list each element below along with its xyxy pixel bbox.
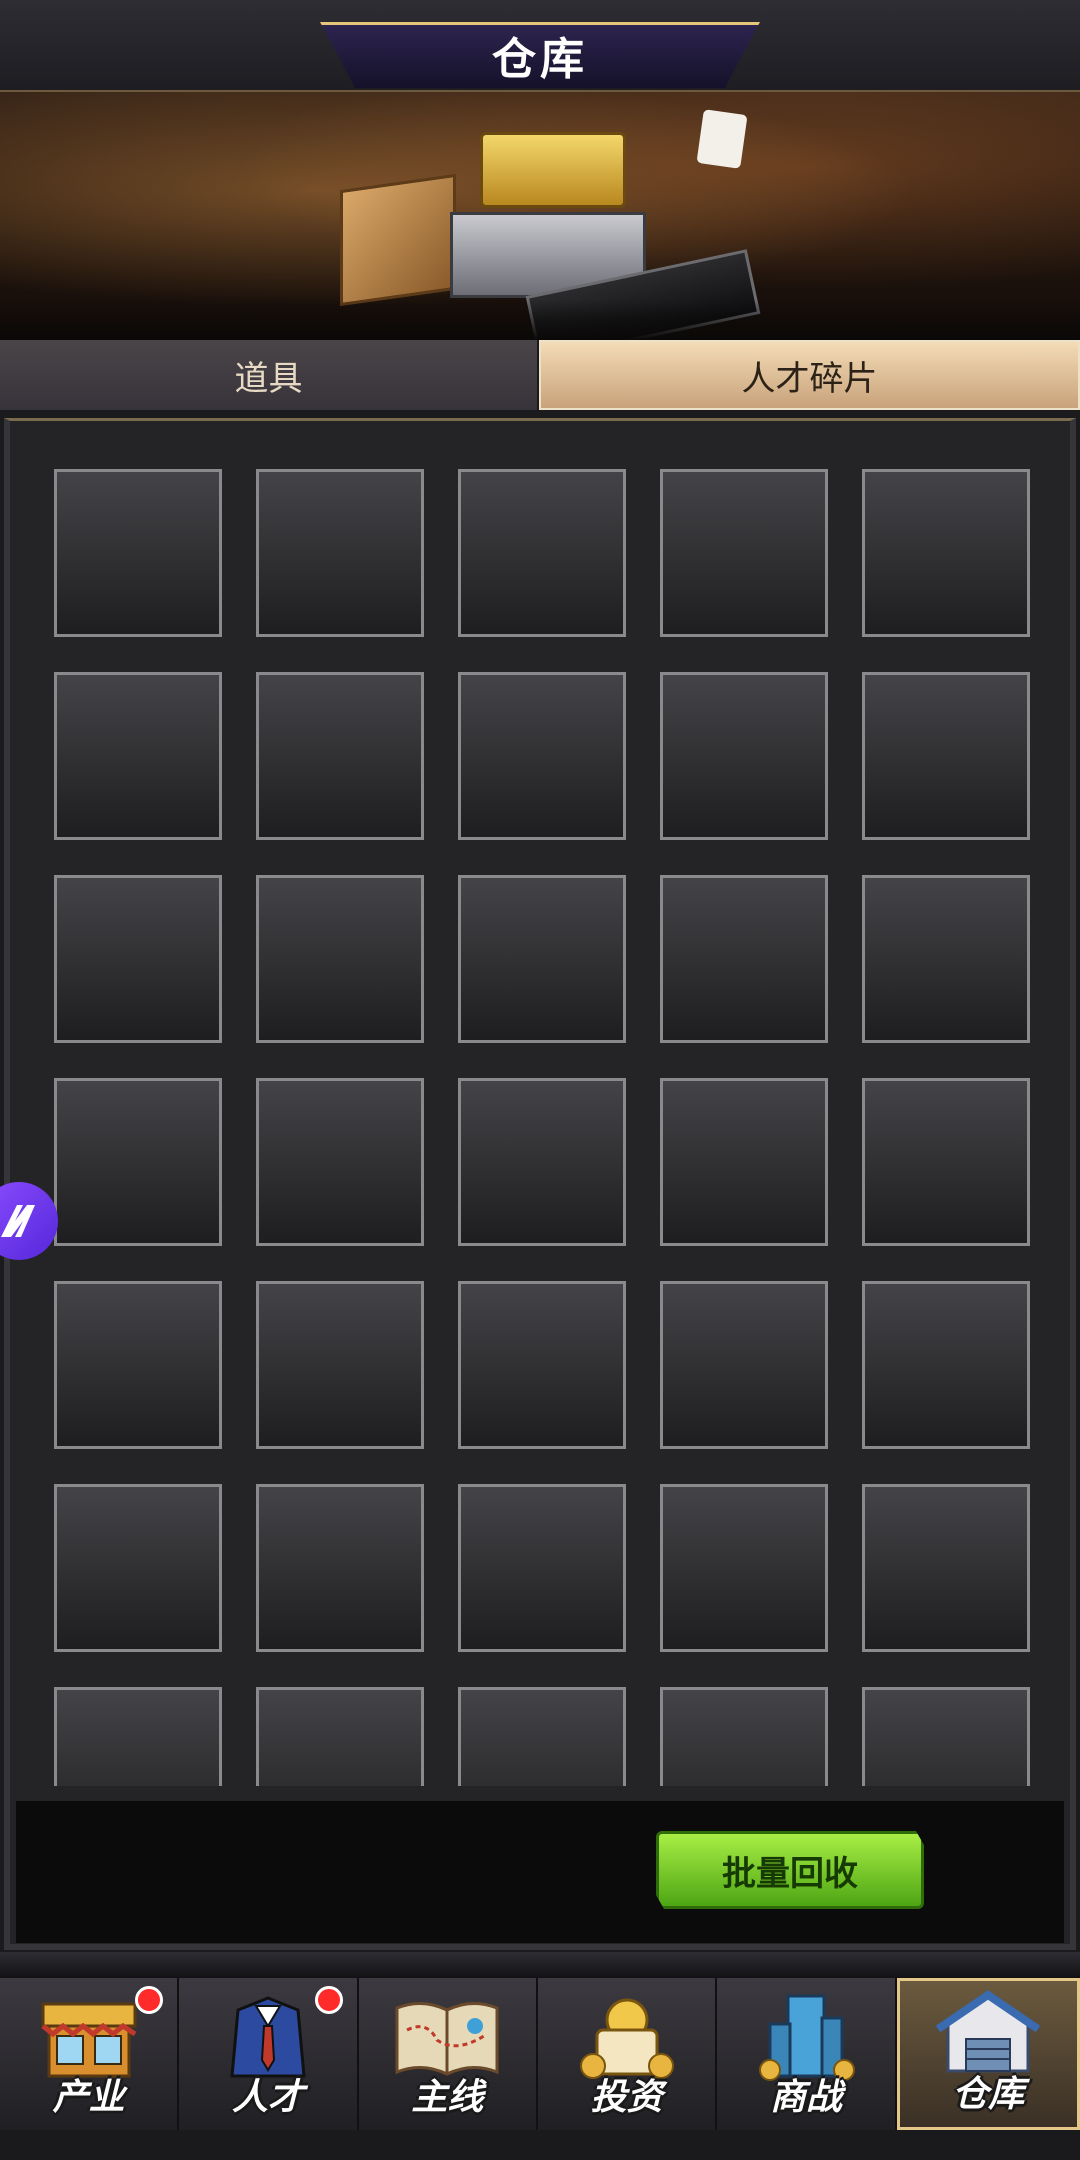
inventory-slot[interactable] bbox=[256, 469, 424, 637]
inventory-slot[interactable] bbox=[458, 1484, 626, 1652]
nav-top-strip bbox=[0, 1952, 1080, 1978]
title-plate: 仓库 bbox=[320, 22, 760, 88]
inventory-slot[interactable] bbox=[54, 1078, 222, 1246]
inventory-slot[interactable] bbox=[862, 1281, 1030, 1449]
nav-label-business-war: 商战 bbox=[769, 2077, 842, 2118]
category-tabs: 道具 人才碎片 bbox=[0, 340, 1080, 410]
warehouse-banner-image bbox=[0, 92, 1080, 340]
inventory-slot[interactable] bbox=[458, 875, 626, 1043]
wooden-crate-icon bbox=[340, 173, 456, 307]
top-header: 仓库 bbox=[0, 0, 1080, 92]
nav-item-mainline[interactable]: 主线 bbox=[358, 1978, 538, 2130]
inventory-slot[interactable] bbox=[660, 1281, 828, 1449]
inventory-slot[interactable] bbox=[256, 1281, 424, 1449]
nav-item-business-war[interactable]: 商战 bbox=[717, 1978, 897, 2130]
inventory-slot[interactable] bbox=[256, 875, 424, 1043]
bottom-navigation: 产业 人才 主线 投资 商战 仓库 bbox=[0, 1978, 1080, 2130]
tab-items[interactable]: 道具 bbox=[0, 340, 539, 410]
banner-shade bbox=[0, 300, 1080, 340]
inventory-slot[interactable] bbox=[54, 1281, 222, 1449]
inventory-slot[interactable] bbox=[54, 875, 222, 1043]
inventory-slot[interactable] bbox=[660, 672, 828, 840]
nav-item-talent[interactable]: 人才 bbox=[179, 1978, 359, 2130]
inventory-slot[interactable] bbox=[862, 672, 1030, 840]
batch-recycle-button[interactable]: 批量回收 bbox=[656, 1831, 924, 1909]
tab-items-label: 道具 bbox=[234, 358, 303, 399]
batch-recycle-label: 批量回收 bbox=[722, 1853, 858, 1894]
inventory-slot[interactable] bbox=[458, 672, 626, 840]
poker-card-icon bbox=[696, 109, 748, 169]
notification-badge bbox=[314, 1986, 343, 2014]
nav-label-industry: 产业 bbox=[52, 2077, 125, 2118]
nav-item-warehouse[interactable]: 仓库 bbox=[896, 1978, 1080, 2130]
inventory-slot[interactable] bbox=[862, 1484, 1030, 1652]
inventory-slot[interactable] bbox=[862, 1078, 1030, 1246]
panel-action-bar: 批量回收 bbox=[16, 1801, 1064, 1943]
inventory-slot[interactable] bbox=[862, 469, 1030, 637]
assistant-glyph bbox=[1, 1205, 35, 1237]
inventory-slot[interactable] bbox=[458, 1281, 626, 1449]
nav-item-invest[interactable]: 投资 bbox=[537, 1978, 718, 2130]
inventory-slot[interactable] bbox=[256, 1687, 424, 1786]
bottom-edge bbox=[0, 2130, 1080, 2160]
inventory-slot[interactable] bbox=[660, 1078, 828, 1246]
inventory-slot[interactable] bbox=[660, 1687, 828, 1786]
treasure-chest-icon bbox=[480, 132, 626, 208]
nav-label-mainline: 主线 bbox=[411, 2077, 484, 2118]
inventory-slot[interactable] bbox=[256, 1078, 424, 1246]
inventory-slot[interactable] bbox=[256, 672, 424, 840]
inventory-slot[interactable] bbox=[54, 1687, 222, 1786]
notification-badge bbox=[135, 1986, 164, 2014]
page-title: 仓库 bbox=[492, 34, 588, 85]
inventory-grid bbox=[54, 469, 1030, 1786]
inventory-slot[interactable] bbox=[660, 1484, 828, 1652]
warehouse-screen: 仓库 道具 人才碎片 批量回收 产业 人才 主线 投资 商战 仓库 bbox=[0, 0, 1080, 2160]
inventory-slot[interactable] bbox=[458, 1078, 626, 1246]
nav-label-talent: 人才 bbox=[231, 2077, 304, 2118]
inventory-slot[interactable] bbox=[256, 1484, 424, 1652]
inventory-panel: 批量回收 bbox=[4, 418, 1076, 1950]
inventory-slot[interactable] bbox=[54, 469, 222, 637]
inventory-slot[interactable] bbox=[660, 469, 828, 637]
inventory-slot[interactable] bbox=[660, 875, 828, 1043]
inventory-slot[interactable] bbox=[458, 469, 626, 637]
tab-talent-fragments-label: 人才碎片 bbox=[741, 358, 878, 399]
nav-label-invest: 投资 bbox=[590, 2077, 663, 2118]
inventory-slot[interactable] bbox=[54, 1484, 222, 1652]
nav-label-warehouse: 仓库 bbox=[952, 2074, 1025, 2115]
inventory-scroll-area[interactable] bbox=[10, 421, 1070, 1786]
inventory-slot[interactable] bbox=[54, 672, 222, 840]
nav-item-industry[interactable]: 产业 bbox=[0, 1978, 180, 2130]
inventory-slot[interactable] bbox=[862, 875, 1030, 1043]
tab-talent-fragments[interactable]: 人才碎片 bbox=[539, 340, 1080, 410]
inventory-slot[interactable] bbox=[862, 1687, 1030, 1786]
inventory-slot[interactable] bbox=[458, 1687, 626, 1786]
